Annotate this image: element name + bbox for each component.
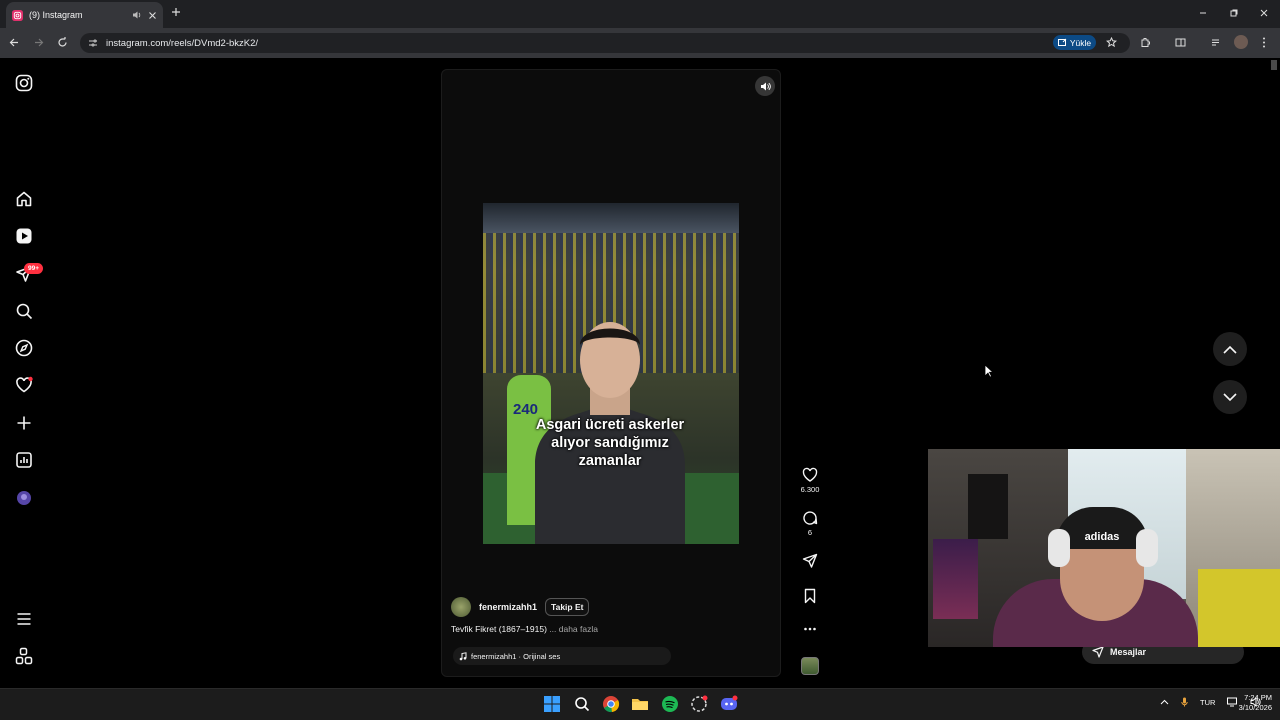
new-tab-icon[interactable] (171, 7, 181, 17)
comment-icon (803, 511, 818, 525)
split-view-icon[interactable] (1175, 37, 1186, 48)
search-icon[interactable] (15, 302, 33, 320)
windows-start-icon[interactable] (542, 694, 562, 714)
author-avatar[interactable] (451, 597, 471, 617)
music-note-icon (459, 651, 467, 661)
reel-video[interactable]: 240 (483, 203, 739, 544)
home-icon[interactable] (15, 190, 33, 208)
stadium-roof (483, 203, 739, 233)
save-button[interactable] (790, 588, 830, 604)
taskbar-search-icon[interactable] (572, 694, 592, 714)
minimize-icon[interactable] (1198, 8, 1208, 18)
upload-icon (1057, 38, 1067, 47)
chevron-up-icon (1223, 345, 1237, 354)
reel-description: Tevfik Fikret (1867–1915) ... daha fazla (451, 624, 598, 634)
audio-thumbnail[interactable] (801, 657, 819, 675)
more-dots-icon (804, 627, 816, 631)
heart-icon (802, 467, 818, 482)
instagram-favicon-icon (12, 9, 23, 21)
reload-icon[interactable] (57, 37, 68, 48)
chevron-down-icon (1223, 392, 1237, 401)
profile-avatar[interactable] (1234, 35, 1248, 49)
instagram-logo-icon[interactable] (15, 74, 33, 92)
system-clock[interactable]: 7:24 PM 3/10/2026 (1226, 693, 1272, 713)
file-explorer-icon[interactable] (630, 694, 650, 714)
url-text[interactable]: instagram.com/reels/DVmd2-bkzK2/ (106, 38, 258, 49)
next-reel-button[interactable] (1213, 380, 1247, 414)
dashboard-icon[interactable] (15, 451, 33, 469)
bookmark-star-icon[interactable] (1106, 37, 1117, 48)
yellow-jersey (1198, 569, 1280, 647)
chrome-taskbar-icon[interactable] (601, 694, 621, 714)
app-taskbar-icon[interactable] (689, 694, 709, 714)
reels-icon[interactable] (15, 227, 33, 245)
sound-toggle-button[interactable] (755, 76, 775, 96)
wall-poster (968, 474, 1008, 539)
spotify-icon[interactable] (660, 694, 680, 714)
also-from-meta-icon[interactable] (15, 647, 33, 665)
speaker-icon (760, 82, 771, 90)
more-options-button[interactable] (790, 625, 830, 633)
messages-label: Mesajlar (1110, 647, 1147, 657)
neon-poster (933, 539, 978, 619)
back-icon[interactable] (9, 37, 20, 48)
mouse-cursor-icon (984, 364, 993, 378)
discord-icon[interactable] (719, 694, 739, 714)
bookmark-icon (804, 588, 816, 604)
chrome-menu-icon[interactable] (1262, 37, 1266, 48)
comment-button[interactable]: 6 (790, 510, 830, 537)
media-controls-icon[interactable] (1211, 37, 1222, 48)
share-send-icon (802, 553, 818, 568)
webcam-overlay: adidas (928, 449, 1280, 647)
tab-title: (9) Instagram (29, 10, 83, 20)
headphone-left (1048, 529, 1070, 567)
profile-avatar-icon[interactable] (15, 489, 33, 507)
restore-icon[interactable] (1229, 8, 1239, 18)
instagram-sidebar (0, 58, 48, 688)
reel-author-row: fenermizahh1 Takip Et (451, 597, 590, 617)
tab-audio-icon[interactable] (132, 10, 142, 20)
previous-reel-button[interactable] (1213, 332, 1247, 366)
notification-badge: 99+ (24, 263, 44, 274)
reel-caption-overlay: Asgari ücreti askerler alıyor sandığımız… (535, 417, 685, 469)
send-icon (1092, 646, 1104, 658)
audio-label: fenermizahh1 · Orijinal ses (471, 651, 561, 661)
forward-icon[interactable] (33, 37, 44, 48)
create-plus-icon[interactable] (15, 414, 33, 432)
headphone-right (1136, 529, 1158, 567)
window-close-icon[interactable] (1259, 8, 1269, 18)
browser-tab[interactable]: (9) Instagram (6, 2, 163, 28)
upload-button[interactable]: Yükle (1053, 35, 1096, 50)
tab-close-icon[interactable] (148, 11, 157, 20)
tray-chevron-up-icon[interactable] (1160, 699, 1169, 705)
author-username[interactable]: fenermizahh1 (479, 602, 537, 612)
address-bar[interactable]: instagram.com/reels/DVmd2-bkzK2/ (80, 33, 1130, 53)
follow-button[interactable]: Takip Et (545, 598, 590, 616)
more-menu-icon[interactable] (15, 610, 33, 628)
microphone-icon[interactable] (1181, 697, 1188, 707)
site-info-icon[interactable] (88, 38, 98, 48)
share-button[interactable] (790, 553, 830, 569)
comment-count: 6 (807, 528, 813, 537)
extensions-icon[interactable] (1140, 37, 1151, 48)
like-count: 6.300 (800, 485, 820, 494)
audio-pill[interactable]: fenermizahh1 · Orijinal ses (453, 647, 671, 665)
more-link[interactable]: ... daha fazla (549, 624, 598, 634)
browser-tab-bar: (9) Instagram (0, 0, 1280, 28)
language-indicator[interactable]: TUR (1200, 698, 1215, 707)
explore-compass-icon[interactable] (15, 339, 33, 357)
like-button[interactable]: 6.300 (790, 467, 830, 494)
notifications-heart-icon[interactable] (15, 376, 33, 394)
scrollbar-thumb[interactable] (1271, 60, 1277, 70)
